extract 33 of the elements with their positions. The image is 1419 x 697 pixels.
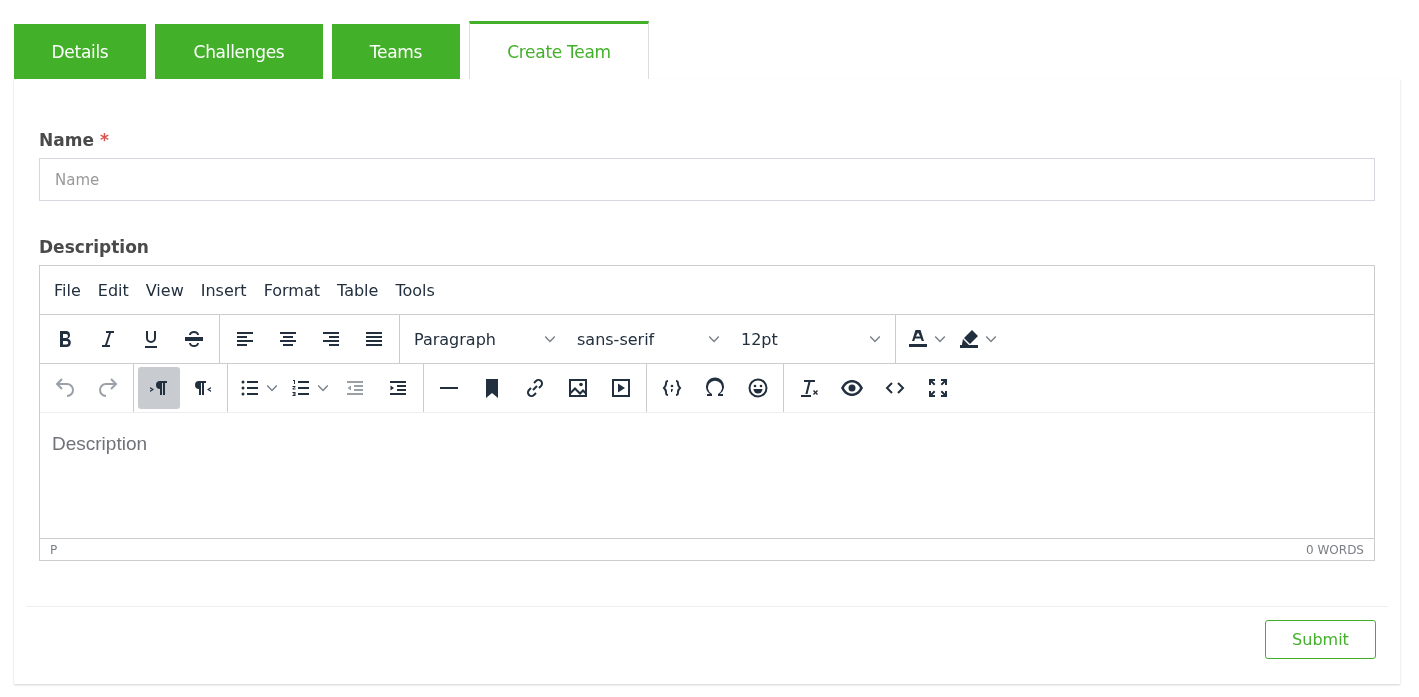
- dropdown-select[interactable]: Paragraph: [404, 318, 566, 360]
- menu-item[interactable]: Tools: [387, 274, 444, 306]
- play-video-icon: [609, 376, 633, 400]
- image-icon: [566, 376, 590, 400]
- undo-icon: [53, 376, 77, 400]
- caret-icon: [544, 335, 556, 343]
- menu-item[interactable]: Table: [329, 274, 388, 306]
- caret-icon: [934, 335, 946, 343]
- name-input[interactable]: Name: [39, 158, 1375, 201]
- field-label: Description: [39, 237, 149, 257]
- menu-item[interactable]: Insert: [192, 274, 256, 306]
- dropdown-select[interactable]: sans-serif: [567, 318, 730, 360]
- editor-text-area[interactable]: Description: [40, 412, 1374, 538]
- menu-item[interactable]: View: [137, 274, 193, 306]
- caret-icon: [869, 335, 881, 343]
- horizontal-line-icon: [439, 386, 459, 390]
- highlighter-icon: [957, 327, 981, 351]
- required-mark: *: [99, 130, 109, 150]
- smiley-icon: [746, 376, 770, 400]
- caret-icon: [266, 384, 278, 392]
- menu-item[interactable]: File: [46, 274, 90, 306]
- field-label: Name: [39, 130, 94, 150]
- caret-icon: [708, 335, 720, 343]
- caret-icon: [317, 384, 329, 392]
- toolbar-button[interactable]: [138, 367, 180, 409]
- fullscreen-icon: [926, 376, 950, 400]
- caret-icon: [985, 335, 997, 343]
- word-count: 0 WORDS: [1306, 542, 1364, 557]
- menu-item[interactable]: Format: [255, 274, 329, 306]
- menu-item[interactable]: Edit: [89, 274, 138, 306]
- dropdown-select[interactable]: 12pt: [731, 318, 891, 360]
- redo-icon: [96, 376, 120, 400]
- element-path[interactable]: P: [50, 542, 58, 557]
